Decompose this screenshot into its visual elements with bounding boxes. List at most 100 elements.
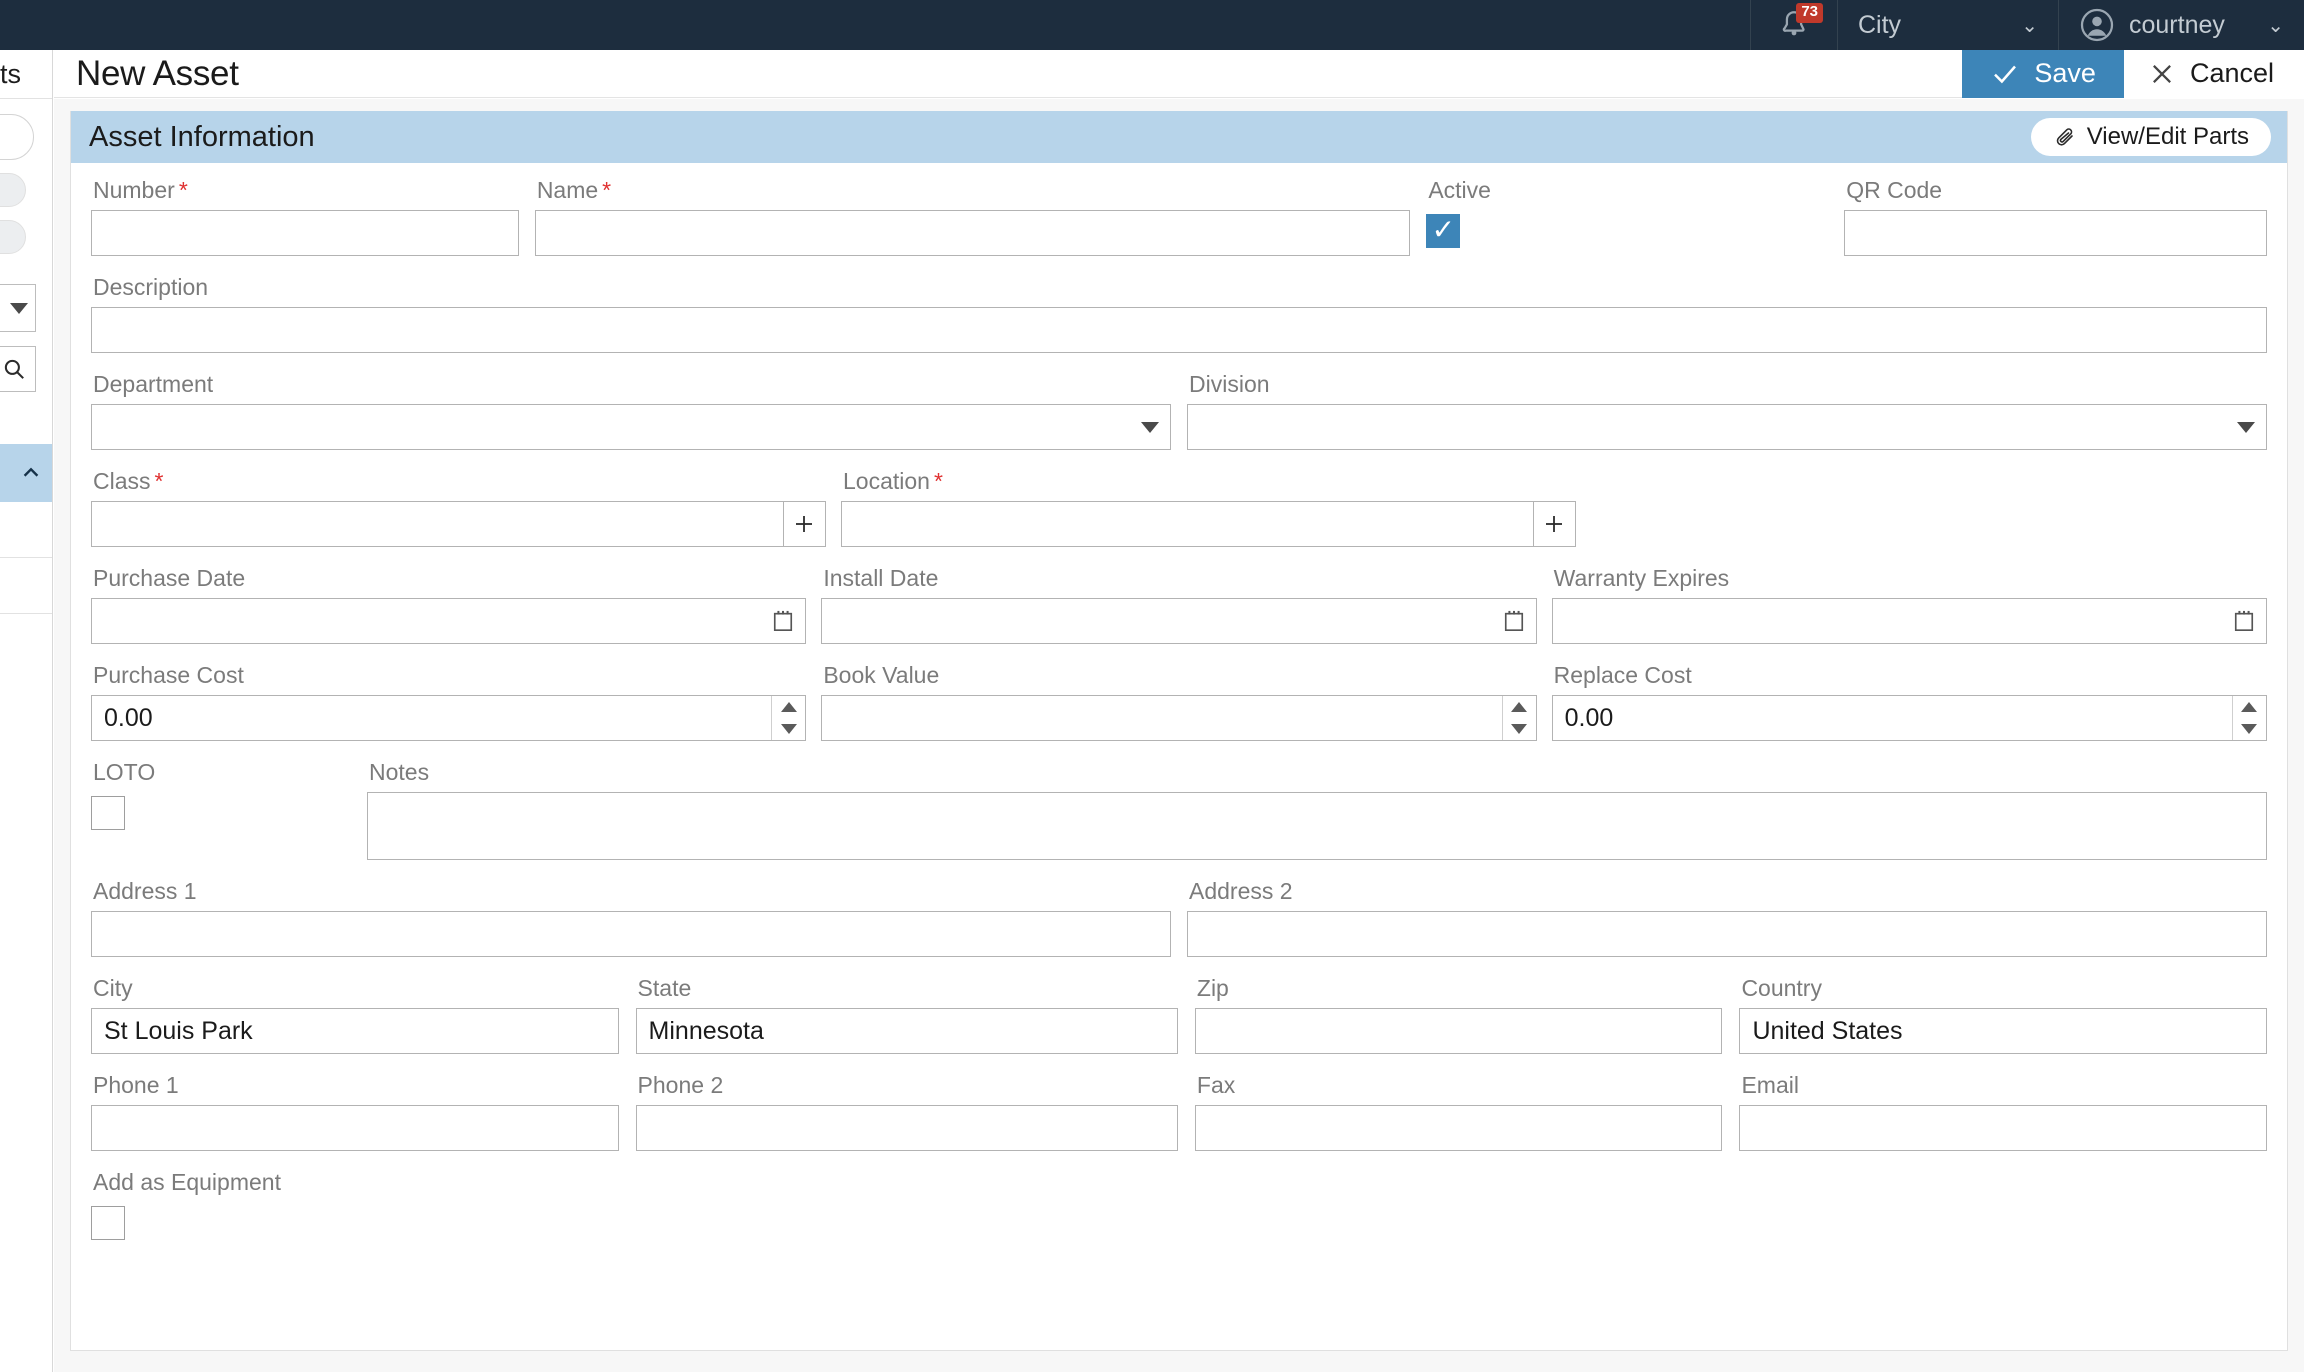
- chevron-down-icon: ⌄: [2021, 14, 2038, 37]
- sidebar-row[interactable]: [0, 558, 52, 614]
- field-email: Email: [1739, 1072, 2267, 1151]
- class-label: Class: [93, 468, 151, 494]
- class-input[interactable]: [91, 501, 783, 547]
- field-address1: Address 1: [91, 878, 1171, 957]
- fax-input[interactable]: [1194, 1105, 1723, 1151]
- book-value-label: Book Value: [823, 662, 940, 688]
- city-label: City: [93, 975, 133, 1001]
- field-location: Location *: [841, 468, 1576, 547]
- division-label: Division: [1189, 371, 1270, 397]
- stepper-up-icon[interactable]: [2241, 702, 2258, 712]
- class-add-button[interactable]: [782, 501, 826, 547]
- form-row-loto-notes: LOTO Notes: [91, 759, 2267, 860]
- field-active: Active: [1426, 177, 1844, 248]
- book-value-input[interactable]: [821, 695, 1537, 741]
- view-edit-parts-label: View/Edit Parts: [2086, 123, 2249, 150]
- loto-label: LOTO: [93, 759, 156, 785]
- active-checkbox[interactable]: [1426, 214, 1461, 248]
- sidebar-dropdown[interactable]: [0, 284, 36, 332]
- add-as-equipment-checkbox[interactable]: [91, 1206, 125, 1240]
- field-add-as-equipment: Add as Equipment: [91, 1169, 491, 1240]
- address2-input[interactable]: [1187, 911, 2267, 957]
- required-marker: *: [178, 177, 188, 203]
- stepper-down-icon[interactable]: [1511, 724, 1528, 734]
- city-input[interactable]: [91, 1008, 619, 1054]
- view-edit-parts-button[interactable]: View/Edit Parts: [2030, 118, 2271, 156]
- sidebar-toggle-2[interactable]: [0, 220, 26, 254]
- asset-form: Number* Name* Active QR Code: [71, 163, 2287, 1240]
- description-input[interactable]: [91, 307, 2267, 353]
- purchase-date-label: Purchase Date: [93, 565, 246, 591]
- warranty-expires-input[interactable]: [1551, 598, 2267, 644]
- notifications-button[interactable]: 73: [1751, 0, 1837, 50]
- stepper-down-icon[interactable]: [780, 724, 797, 734]
- install-date-label: Install Date: [823, 565, 939, 591]
- field-phone1: Phone 1: [91, 1072, 619, 1151]
- form-row-city-state: City State Zip Country: [91, 975, 2267, 1054]
- loto-checkbox[interactable]: [91, 796, 125, 830]
- book-value-wrapper: [821, 695, 1537, 741]
- state-input[interactable]: [635, 1008, 1178, 1054]
- stepper-up-icon[interactable]: [1511, 702, 1528, 712]
- location-input[interactable]: [841, 501, 1533, 547]
- install-date-wrapper: [821, 598, 1537, 644]
- site-selector[interactable]: City ⌄: [1838, 0, 2058, 50]
- name-label: Name: [536, 177, 599, 203]
- stepper-up-icon[interactable]: [780, 702, 797, 712]
- field-replace-cost: Replace Cost: [1551, 662, 2267, 741]
- form-row-contact: Phone 1 Phone 2 Fax Email: [91, 1072, 2267, 1151]
- department-select[interactable]: [91, 404, 1171, 450]
- field-purchase-cost: Purchase Cost: [91, 662, 807, 741]
- field-fax: Fax: [1194, 1072, 1723, 1151]
- country-input[interactable]: [1739, 1008, 2267, 1054]
- division-select[interactable]: [1187, 404, 2267, 450]
- stepper-down-icon[interactable]: [2241, 724, 2258, 734]
- install-date-input[interactable]: [821, 598, 1537, 644]
- address1-input[interactable]: [91, 911, 1171, 957]
- field-purchase-date: Purchase Date: [91, 565, 807, 644]
- purchase-date-input[interactable]: [91, 598, 807, 644]
- replace-cost-input[interactable]: [1551, 695, 2267, 741]
- sidebar-pill-button[interactable]: [0, 114, 34, 160]
- book-value-stepper[interactable]: [1501, 696, 1536, 740]
- user-menu[interactable]: courtney ⌄: [2059, 0, 2304, 50]
- sidebar-selected-row[interactable]: [0, 444, 52, 502]
- required-marker: *: [933, 468, 943, 494]
- qr-code-input[interactable]: [1844, 210, 2268, 256]
- sidebar-row[interactable]: [0, 502, 52, 558]
- country-label: Country: [1741, 975, 1822, 1001]
- replace-cost-wrapper: [1551, 695, 2267, 741]
- replace-cost-label: Replace Cost: [1553, 662, 1692, 688]
- zip-input[interactable]: [1194, 1008, 1723, 1054]
- cancel-button[interactable]: Cancel: [2123, 49, 2304, 98]
- replace-cost-stepper[interactable]: [2231, 696, 2266, 740]
- phone2-input[interactable]: [635, 1105, 1178, 1151]
- form-row-identity: Number* Name* Active QR Code: [91, 177, 2268, 256]
- notes-textarea[interactable]: [367, 792, 2267, 860]
- class-input-group: [91, 501, 826, 547]
- purchase-cost-stepper[interactable]: [771, 696, 806, 740]
- location-input-group: [841, 501, 1576, 547]
- field-country: Country: [1739, 975, 2267, 1054]
- sidebar-toggle-1[interactable]: [0, 173, 26, 207]
- site-selector-label: City: [1858, 10, 1902, 39]
- chevron-up-icon: [23, 467, 39, 477]
- state-label: State: [637, 975, 692, 1001]
- phone1-input[interactable]: [91, 1105, 619, 1151]
- sidebar-search-box[interactable]: [0, 346, 36, 392]
- name-input[interactable]: [534, 210, 1411, 256]
- required-marker: *: [602, 177, 612, 203]
- purchase-cost-wrapper: [91, 695, 807, 741]
- email-input[interactable]: [1739, 1105, 2267, 1151]
- main-content: Asset Information View/Edit Parts Number…: [54, 99, 2304, 1372]
- save-button[interactable]: Save: [1962, 49, 2124, 98]
- purchase-cost-input[interactable]: [91, 695, 807, 741]
- chevron-down-icon: ⌄: [2267, 14, 2284, 37]
- location-add-button[interactable]: [1532, 501, 1576, 547]
- form-row-address: Address 1 Address 2: [91, 878, 2267, 957]
- number-input[interactable]: [91, 210, 519, 256]
- field-phone2: Phone 2: [635, 1072, 1178, 1151]
